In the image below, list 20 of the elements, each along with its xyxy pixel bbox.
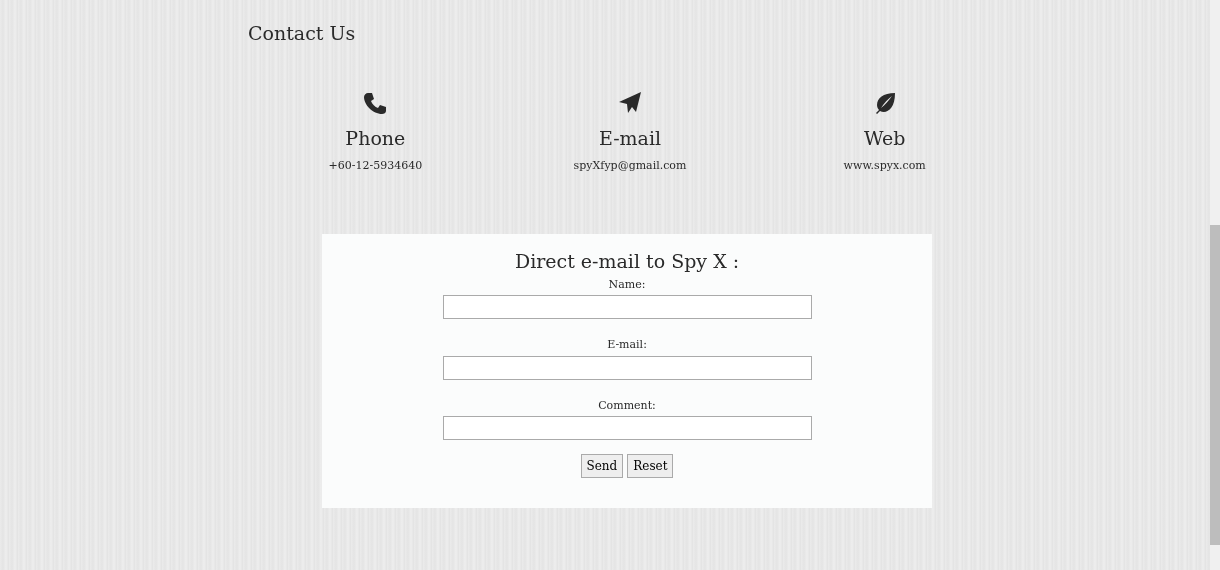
- send-button[interactable]: Send: [580, 454, 624, 479]
- scrollbar-thumb[interactable]: [1210, 225, 1220, 545]
- form-title: Direct e-mail to Spy X :: [514, 250, 740, 273]
- contact-title: Phone: [345, 126, 406, 150]
- input-field[interactable]: [442, 355, 812, 380]
- contact-value: www.spyx.com: [843, 157, 926, 174]
- field-label: E-mail:: [607, 337, 647, 354]
- input-field[interactable]: [442, 295, 812, 320]
- contact-title: Web: [864, 126, 906, 150]
- paper-plane-icon: [618, 90, 642, 115]
- input-field[interactable]: [442, 416, 812, 441]
- field-label: Comment:: [598, 397, 656, 414]
- phone-icon: [363, 90, 388, 115]
- scrollbar[interactable]: [1210, 0, 1220, 570]
- contact-value: +60-12-5934640: [328, 157, 423, 174]
- section-heading: Contact Us: [248, 22, 357, 45]
- reset-button[interactable]: Reset: [627, 454, 674, 479]
- contact-title: E-mail: [598, 126, 662, 150]
- field-label: Name:: [608, 276, 646, 293]
- contact-value: spyXfyp@gmail.com: [573, 157, 687, 174]
